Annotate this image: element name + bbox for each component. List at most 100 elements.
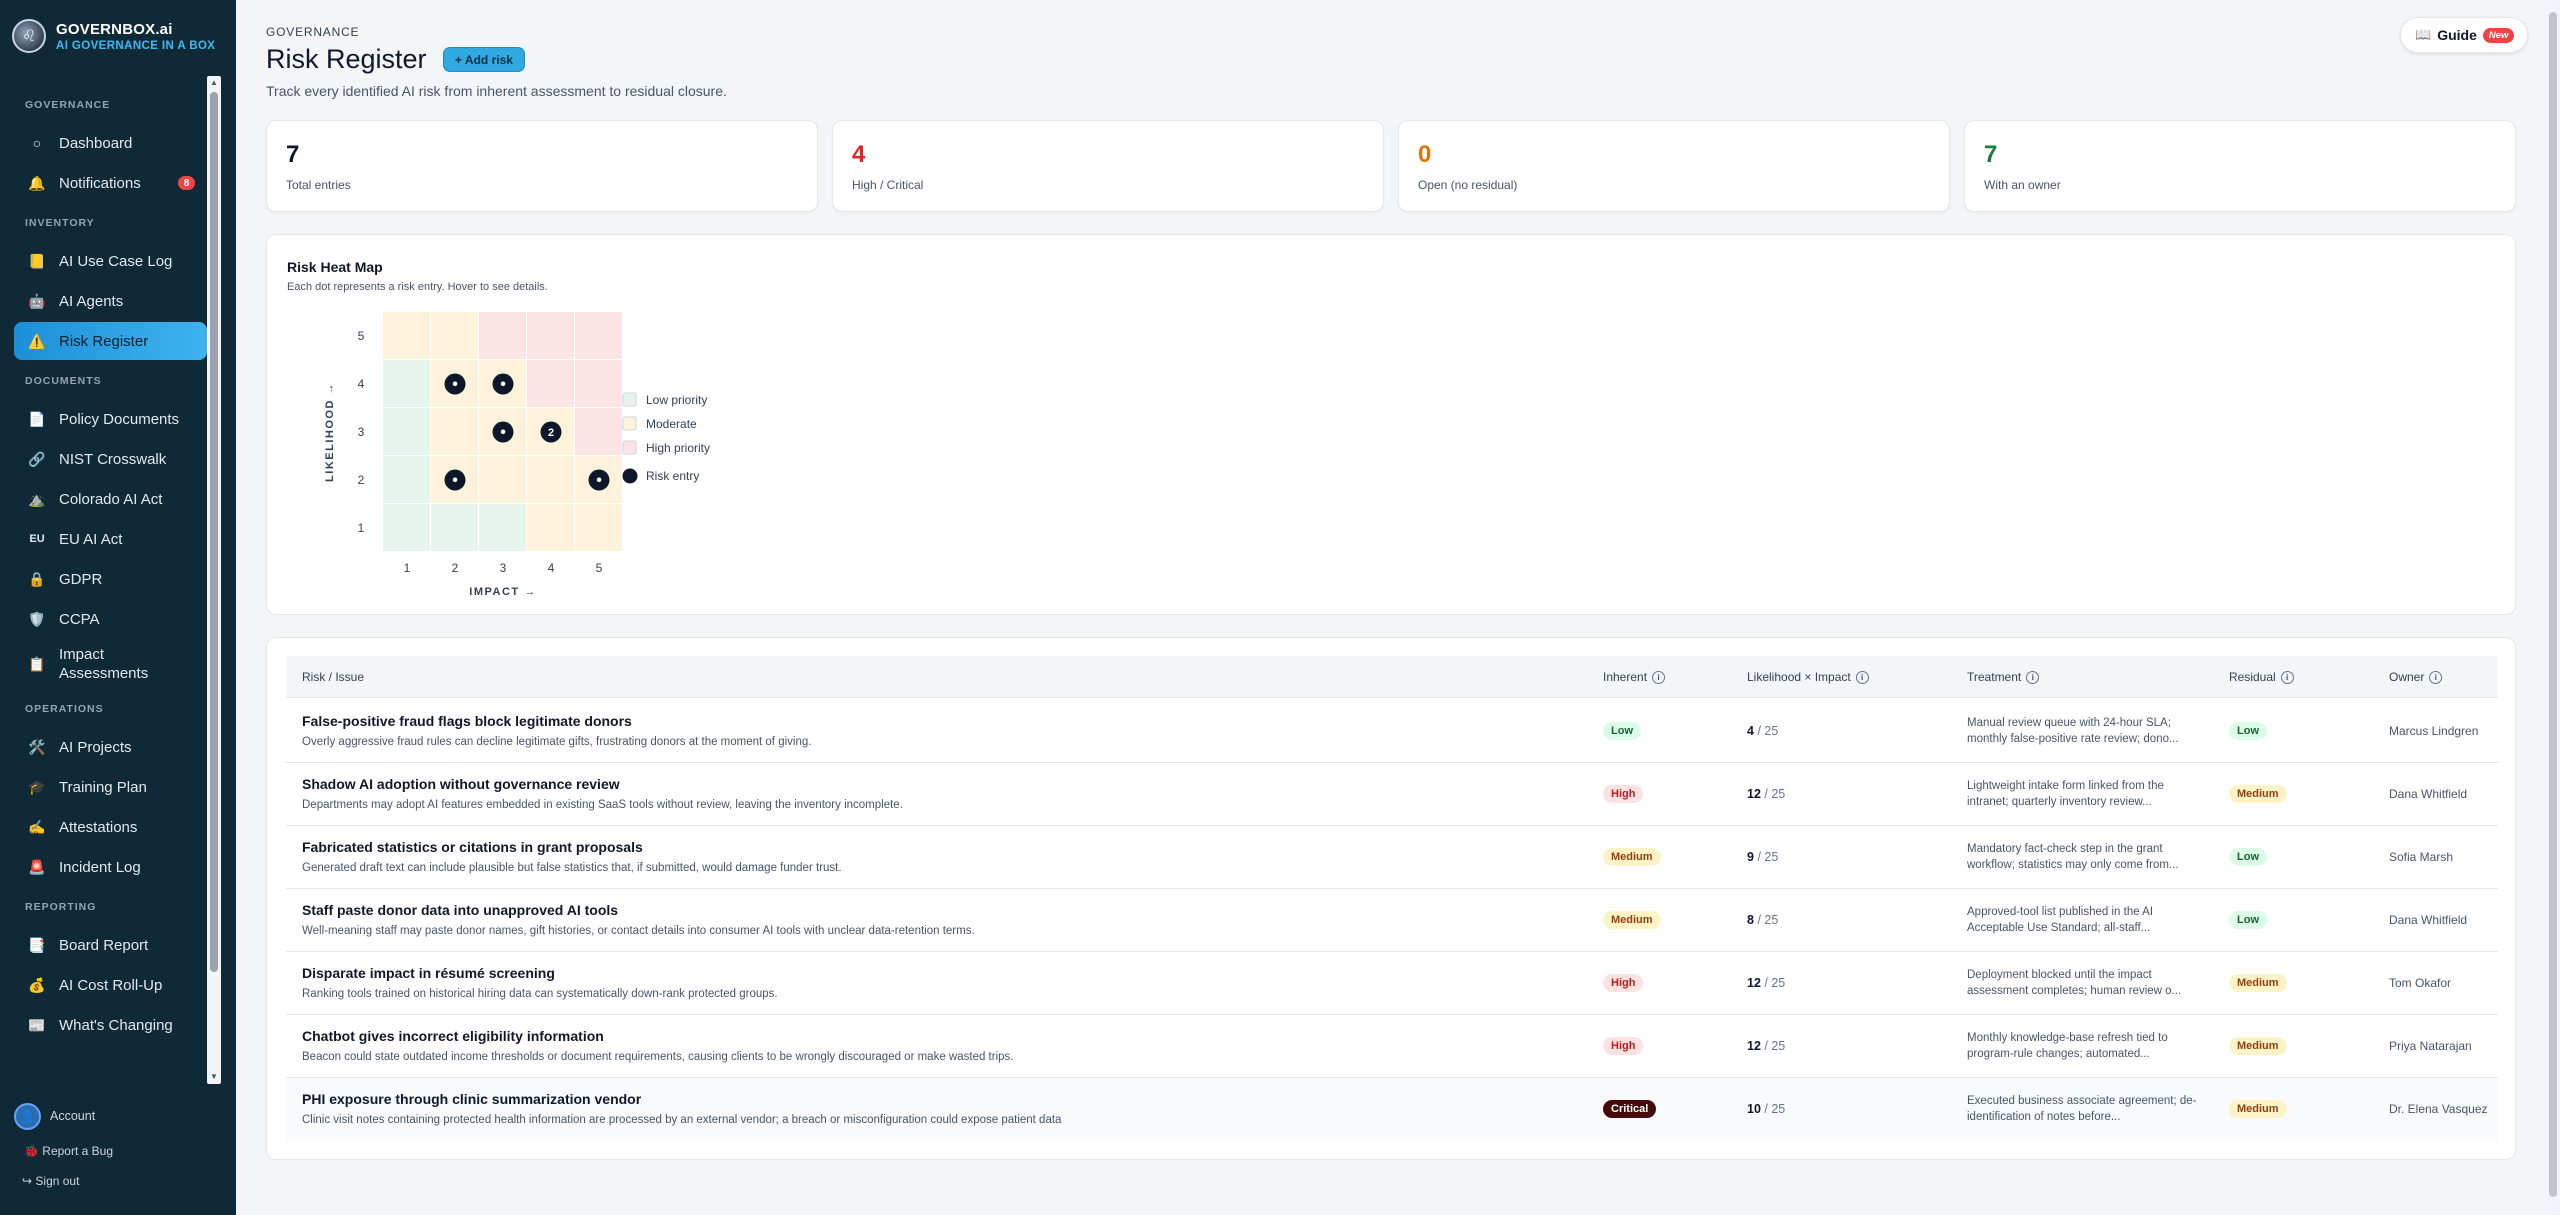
residual-badge: Medium [2229, 785, 2287, 803]
page-scrollbar[interactable] [2546, 0, 2560, 1215]
sidebar-item-policy-documents[interactable]: 📄 Policy Documents [14, 400, 207, 438]
main-content: GOVERNANCE Risk Register + Add risk Trac… [236, 0, 2540, 1215]
inherent-badge: Medium [1603, 911, 1661, 929]
table-row[interactable]: Chatbot gives incorrect eligibility info… [286, 1015, 2498, 1078]
add-risk-button[interactable]: + Add risk [443, 47, 525, 72]
sidebar-item-nist-crosswalk[interactable]: 🔗 NIST Crosswalk [14, 440, 207, 478]
sidebar-item-impact-assessments[interactable]: 📋 Impact Assessments [14, 640, 207, 688]
residual-badge: Low [2229, 722, 2267, 740]
risk-entry-count: • [596, 472, 602, 489]
table-row[interactable]: PHI exposure through clinic summarizatio… [286, 1078, 2498, 1141]
stat-value: 7 [1984, 141, 1998, 168]
sidebar-item-risk-register[interactable]: ⚠️ Risk Register [14, 322, 207, 360]
sidebar-item-ai-projects[interactable]: 🛠️ AI Projects [14, 728, 207, 766]
risk-heat-map-card: Risk Heat Map Each dot represents a risk… [266, 234, 2516, 615]
scroll-down-arrow-icon[interactable]: ▼ [209, 1072, 219, 1082]
sidebar-item-eu-ai-act[interactable]: EU EU AI Act [14, 520, 207, 558]
risk-entry-count: • [500, 424, 506, 441]
sidebar-item-ai-cost-roll-up[interactable]: 💰 AI Cost Roll-Up [14, 966, 207, 1004]
sidebar-item-whats-changing[interactable]: 📰 What's Changing [14, 1006, 207, 1044]
likelihood-impact-score: 12 / 25 [1747, 787, 1785, 801]
table-row[interactable]: Staff paste donor data into unapproved A… [286, 889, 2498, 952]
sidebar-item-training-plan[interactable]: 🎓 Training Plan [14, 768, 207, 806]
risk-description: Ranking tools trained on historical hiri… [302, 988, 778, 1000]
page-scroll-thumb[interactable] [2549, 12, 2557, 1197]
eu-icon: EU [29, 533, 45, 545]
stat-label: High / Critical [852, 178, 924, 192]
brand-name: GOVERNBOX.ai [56, 20, 173, 38]
stat-value: 0 [1418, 141, 1432, 168]
guide-button[interactable]: 📖 Guide New [2400, 17, 2528, 53]
info-icon[interactable]: i [1855, 670, 1869, 684]
heat-cell-l1-i4 [527, 504, 574, 551]
info-icon[interactable]: i [1652, 670, 1666, 684]
table-row[interactable]: False-positive fraud flags block legitim… [286, 700, 2498, 763]
risk-title[interactable]: Shadow AI adoption without governance re… [302, 776, 620, 792]
lion-logo-icon: ♌ [12, 19, 46, 53]
risk-description: Departments may adopt AI features embedd… [302, 799, 903, 811]
y-tick-label: 5 [358, 329, 365, 343]
info-icon[interactable]: i [2280, 670, 2294, 684]
sidebar-item-board-report[interactable]: 📑 Board Report [14, 926, 207, 964]
scroll-up-arrow-icon[interactable]: ▲ [209, 78, 219, 88]
sign-out-link[interactable]: ↪ Sign out [22, 1174, 79, 1188]
info-icon[interactable]: i [2429, 670, 2443, 684]
risk-title[interactable]: False-positive fraud flags block legitim… [302, 713, 632, 729]
book-icon: 📖 [2415, 27, 2432, 42]
sidebar-scrollbar[interactable]: ▲ ▼ [207, 76, 221, 1084]
column-header-risk[interactable]: Risk / Issue [302, 670, 364, 684]
risk-heat-map: 1 2 3 4 5 1 2 3 4 5 IMPACT → LIKELIHOOD → • • • 2 • • Low … [324, 312, 710, 598]
bug-icon: 🐞 [24, 1144, 39, 1158]
column-header-owner[interactable]: Owner i [2389, 670, 2443, 684]
sidebar-scroll-thumb[interactable] [210, 92, 218, 972]
owner-name: Marcus Lindgren [2389, 724, 2479, 738]
score-max: / 25 [1764, 976, 1786, 990]
account-link[interactable]: 👤 Account [14, 1098, 95, 1134]
sidebar-item-notifications[interactable]: 🔔 Notifications 8 [14, 164, 207, 202]
risk-title[interactable]: Staff paste donor data into unapproved A… [302, 902, 618, 918]
warning-icon: ⚠️ [28, 332, 46, 349]
likelihood-impact-score: 8 / 25 [1747, 913, 1778, 927]
risk-entry-count: • [452, 472, 458, 489]
likelihood-impact-score: 12 / 25 [1747, 976, 1785, 990]
column-header-likelihood-impact[interactable]: Likelihood × Impact i [1747, 670, 1869, 684]
legend-risk-entry-swatch [622, 468, 638, 484]
risk-title[interactable]: Disparate impact in résumé screening [302, 965, 555, 981]
sidebar: ♌ GOVERNBOX.ai AI GOVERNANCE IN A BOX GO… [0, 0, 236, 1215]
stat-card-high-critical: 4 High / Critical [832, 120, 1384, 212]
risk-title[interactable]: Chatbot gives incorrect eligibility info… [302, 1028, 604, 1044]
sidebar-item-gdpr[interactable]: 🔒 GDPR [14, 560, 207, 598]
score-value: 12 [1747, 1039, 1761, 1053]
nav-section-operations: OPERATIONS [25, 703, 104, 715]
sidebar-item-ai-agents[interactable]: 🤖 AI Agents [14, 282, 207, 320]
y-axis-label: LIKELIHOOD → [324, 382, 336, 482]
treatment-text: Lightweight intake form linked from the … [1967, 780, 2164, 808]
column-header-inherent[interactable]: Inherent i [1603, 670, 1666, 684]
table-row[interactable]: Disparate impact in résumé screening Rank… [286, 952, 2498, 1015]
sidebar-item-colorado-ai-act[interactable]: ⛰️ Colorado AI Act [14, 480, 207, 518]
column-header-residual[interactable]: Residual i [2229, 670, 2294, 684]
sidebar-item-dashboard[interactable]: ○ Dashboard [14, 124, 207, 162]
heat-cell-l2-i4 [527, 456, 574, 503]
info-icon[interactable]: i [2026, 670, 2040, 684]
score-max: / 25 [1757, 913, 1779, 927]
avatar: 👤 [14, 1102, 41, 1130]
stat-label: With an owner [1984, 178, 2061, 192]
sidebar-item-ccpa[interactable]: 🛡️ CCPA [14, 600, 207, 638]
sidebar-item-attestations[interactable]: ✍️ Attestations [14, 808, 207, 846]
brand[interactable]: ♌ GOVERNBOX.ai AI GOVERNANCE IN A BOX [12, 14, 215, 58]
table-row[interactable]: Fabricated statistics or citations in gr… [286, 826, 2498, 889]
sidebar-item-ai-use-case-log[interactable]: 📒 AI Use Case Log [14, 242, 207, 280]
sidebar-item-incident-log[interactable]: 🚨 Incident Log [14, 848, 207, 886]
risk-title[interactable]: Fabricated statistics or citations in gr… [302, 839, 643, 855]
risk-title[interactable]: PHI exposure through clinic summarizatio… [302, 1091, 641, 1107]
report-bug-link[interactable]: 🐞 Report a Bug [24, 1144, 113, 1158]
treatment-text: Mandatory fact-check step in the grant w… [1967, 843, 2179, 871]
heat-cell-l5-i4 [527, 312, 574, 359]
column-header-treatment[interactable]: Treatment i [1967, 670, 2040, 684]
table-row[interactable]: Shadow AI adoption without governance re… [286, 763, 2498, 826]
x-tick-label: 3 [500, 561, 507, 575]
document-icon: 📄 [28, 410, 46, 427]
bell-icon: 🔔 [28, 174, 46, 191]
score-value: 4 [1747, 724, 1754, 738]
